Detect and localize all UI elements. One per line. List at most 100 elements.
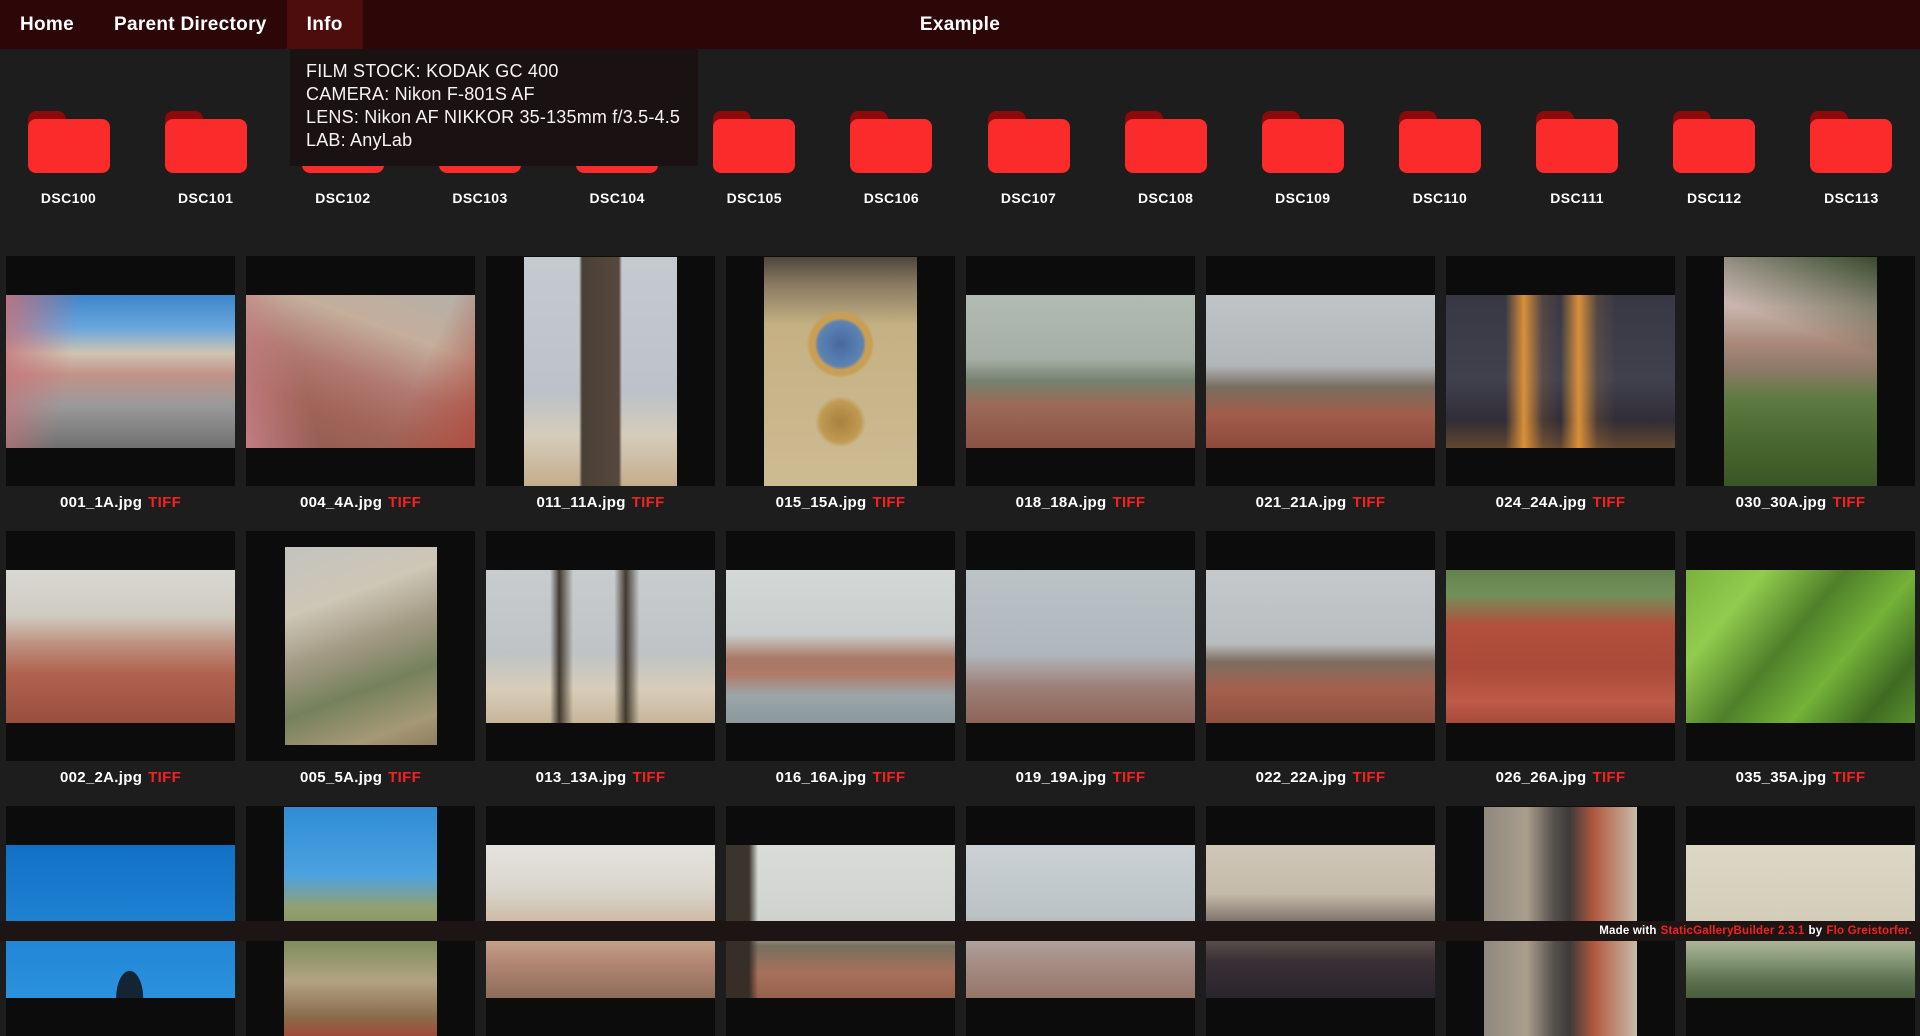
gallery-title: Example (919, 14, 1001, 35)
thumbnail-filename-link[interactable]: 026_26A.jpg (1496, 769, 1587, 786)
thumbnail-label: 005_5A.jpg TIFF (246, 769, 475, 787)
thumbnail-cell[interactable] (1686, 531, 1915, 761)
folder-item[interactable]: DSC112 (1646, 111, 1783, 206)
thumbnail-tiff-link[interactable]: TIFF (1353, 769, 1386, 786)
gallery-item: 004_4A.jpg TIFF (240, 256, 480, 512)
nav-items: Home Parent Directory Info (0, 0, 363, 49)
folder-icon (987, 111, 1070, 173)
thumbnail-filename-link[interactable]: 022_22A.jpg (1256, 769, 1347, 786)
thumbnail-label: 024_24A.jpg TIFF (1446, 494, 1675, 512)
thumbnail-cell[interactable] (486, 531, 715, 761)
folder-item[interactable]: DSC107 (960, 111, 1097, 206)
thumbnail-cell[interactable] (726, 256, 955, 486)
thumbnail-filename-link[interactable]: 011_11A.jpg (536, 494, 625, 511)
thumbnail-label: 018_18A.jpg TIFF (966, 494, 1195, 512)
photo-thumbnail-image (6, 294, 235, 448)
photo-thumbnail-image (1446, 569, 1675, 723)
thumbnail-label: 030_30A.jpg TIFF (1686, 494, 1915, 512)
folder-item[interactable]: DSC106 (823, 111, 960, 206)
thumbnail-filename-link[interactable]: 021_21A.jpg (1256, 494, 1347, 511)
info-line-camera: CAMERA: Nikon F-801S AF (306, 84, 535, 104)
nav-item[interactable]: Info (286, 0, 363, 49)
thumbnail-cell[interactable] (726, 531, 955, 761)
thumbnail-cell[interactable] (6, 531, 235, 761)
thumbnail-filename-link[interactable]: 013_13A.jpg (536, 769, 627, 786)
thumbnail-filename-link[interactable]: 016_16A.jpg (776, 769, 867, 786)
info-line-lens: LENS: Nikon AF NIKKOR 35-135mm f/3.5-4.5 (306, 107, 681, 127)
nav-item[interactable]: Home (0, 0, 94, 49)
info-line-lab: LAB: AnyLab (306, 130, 413, 150)
thumbnail-tiff-link[interactable]: TIFF (873, 769, 906, 786)
nav-item[interactable]: Parent Directory (94, 0, 287, 49)
thumbnail-cell[interactable] (1446, 256, 1675, 486)
thumbnail-filename-link[interactable]: 030_30A.jpg (1736, 494, 1827, 511)
thumbnail-filename-link[interactable]: 002_2A.jpg (60, 769, 142, 786)
folder-label: DSC107 (1000, 190, 1057, 206)
thumbnail-tiff-link[interactable]: TIFF (1113, 769, 1146, 786)
thumbnail-filename-link[interactable]: 018_18A.jpg (1016, 494, 1107, 511)
thumbnail-tiff-link[interactable]: TIFF (1593, 494, 1626, 511)
photo-thumbnail-image (764, 256, 917, 486)
thumbnail-filename-link[interactable]: 035_35A.jpg (1736, 769, 1827, 786)
thumbnail-tiff-link[interactable]: TIFF (148, 769, 181, 786)
thumbnail-cell[interactable] (246, 256, 475, 486)
thumbnail-tiff-link[interactable]: TIFF (873, 494, 906, 511)
folder-label: DSC100 (40, 190, 97, 206)
folder-item[interactable]: DSC105 (686, 111, 823, 206)
folder-item[interactable]: DSC109 (1234, 111, 1371, 206)
folder-icon-body (1673, 119, 1756, 173)
folder-item[interactable]: DSC108 (1097, 111, 1234, 206)
thumbnail-filename-link[interactable]: 024_24A.jpg (1496, 494, 1587, 511)
folder-icon-body (713, 119, 796, 173)
folder-label: DSC101 (178, 190, 234, 206)
thumbnail-filename-link[interactable]: 015_15A.jpg (776, 494, 867, 511)
thumbnail-filename-link[interactable]: 005_5A.jpg (300, 769, 382, 786)
thumbnail-cell[interactable] (966, 256, 1195, 486)
folder-item[interactable]: DSC100 (0, 111, 137, 206)
thumbnail-cell[interactable] (1206, 531, 1435, 761)
thumbnail-filename-link[interactable]: 019_19A.jpg (1016, 769, 1107, 786)
thumbnail-cell[interactable] (1446, 531, 1675, 761)
folder-label: DSC112 (1686, 190, 1742, 206)
gallery-row: 002_2A.jpg TIFF 005_5A.jpg TIFF 013_13A.jp… (0, 531, 1920, 787)
thumbnail-filename-link[interactable]: 001_1A.jpg (60, 494, 142, 511)
thumbnail-tiff-link[interactable]: TIFF (1833, 769, 1866, 786)
folder-item[interactable]: DSC101 (137, 111, 274, 206)
photo-thumbnail-image (284, 547, 437, 745)
folder-icon-body (1398, 119, 1481, 173)
gallery-item: 015_15A.jpg TIFF (720, 256, 960, 512)
thumbnail-tiff-link[interactable]: TIFF (633, 769, 666, 786)
info-dropdown-panel: FILM STOCK: KODAK GC 400 CAMERA: Nikon F… (290, 49, 699, 166)
folder-icon (1536, 111, 1619, 173)
thumbnail-tiff-link[interactable]: TIFF (1353, 494, 1386, 511)
thumbnail-tiff-link[interactable]: TIFF (148, 494, 181, 511)
folder-label: DSC103 (452, 190, 508, 206)
folder-item[interactable]: DSC110 (1371, 111, 1508, 206)
thumbnail-tiff-link[interactable]: TIFF (632, 494, 665, 511)
footer-author-link[interactable]: Flo Greistorfer. (1826, 925, 1912, 937)
thumbnail-tiff-link[interactable]: TIFF (388, 494, 421, 511)
thumbnail-cell[interactable] (6, 256, 235, 486)
thumbnail-cell[interactable] (1206, 256, 1435, 486)
folder-icon-body (164, 119, 247, 173)
thumbnail-tiff-link[interactable]: TIFF (1833, 494, 1866, 511)
info-line-film-stock: FILM STOCK: KODAK GC 400 (306, 61, 559, 81)
thumbnail-filename-link[interactable]: 004_4A.jpg (300, 494, 382, 511)
thumbnail-tiff-link[interactable]: TIFF (1113, 494, 1146, 511)
footer-builder-link[interactable]: StaticGalleryBuilder 2.3.1 (1661, 925, 1805, 937)
thumbnail-label: 019_19A.jpg TIFF (966, 769, 1195, 787)
folder-item[interactable]: DSC111 (1509, 111, 1646, 206)
thumbnail-cell[interactable] (966, 531, 1195, 761)
gallery-item: 022_22A.jpg TIFF (1200, 531, 1440, 787)
nav-item-label: Info (306, 13, 343, 35)
thumbnail-cell[interactable] (486, 256, 715, 486)
thumbnail-cell[interactable] (1686, 256, 1915, 486)
thumbnail-cell[interactable] (246, 531, 475, 761)
thumbnail-tiff-link[interactable]: TIFF (388, 769, 421, 786)
folder-item[interactable]: DSC113 (1783, 111, 1920, 206)
gallery-item: 011_11A.jpg TIFF (480, 256, 720, 512)
gallery-item: 002_2A.jpg TIFF (0, 531, 240, 787)
thumbnail-tiff-link[interactable]: TIFF (1593, 769, 1626, 786)
folder-icon-body (27, 119, 110, 173)
gallery-item: 018_18A.jpg TIFF (960, 256, 1200, 512)
